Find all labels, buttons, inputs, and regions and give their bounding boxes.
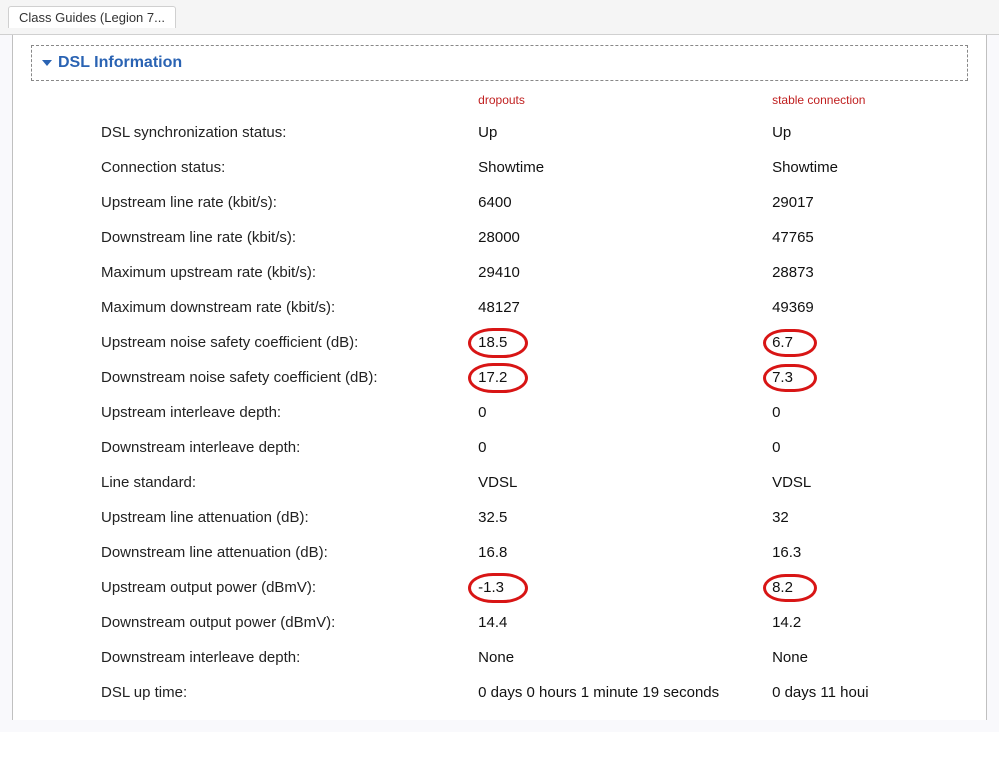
stat-value-dropouts: 17.2 [478,369,772,386]
stat-value-dropouts: 0 [478,404,772,421]
stat-value-stable: 8.2 [772,579,968,596]
stat-value-dropouts: 0 days 0 hours 1 minute 19 seconds [478,684,772,701]
stat-label: DSL up time: [101,684,478,701]
stat-row: DSL up time:0 days 0 hours 1 minute 19 s… [31,675,968,710]
stat-value-dropouts: 0 [478,439,772,456]
stat-value-stable: 29017 [772,194,968,211]
stat-row: Upstream noise safety coefficient (dB):1… [31,325,968,360]
stat-row: Line standard:VDSLVDSL [31,465,968,500]
section-header[interactable]: DSL Information [31,45,968,81]
stat-label: Downstream line attenuation (dB): [101,544,478,561]
stat-row: Downstream line attenuation (dB):16.816.… [31,535,968,570]
stat-value-dropouts: 18.5 [478,334,772,351]
stat-value-dropouts: VDSL [478,474,772,491]
stat-value-stable: 6.7 [772,334,968,351]
stat-row: DSL synchronization status:UpUp [31,115,968,150]
stat-value-dropouts: -1.3 [478,579,772,596]
stat-label: Upstream line rate (kbit/s): [101,194,478,211]
dsl-panel: DSL Information dropouts stable connecti… [12,35,987,720]
stat-value-stable: 14.2 [772,614,968,631]
stat-row: Upstream line rate (kbit/s):640029017 [31,185,968,220]
stat-row: Upstream output power (dBmV):-1.38.2 [31,570,968,605]
stat-row: Downstream noise safety coefficient (dB)… [31,360,968,395]
stat-label: Upstream interleave depth: [101,404,478,421]
collapse-icon [42,60,52,66]
stat-label: Line standard: [101,474,478,491]
stat-value-dropouts: 14.4 [478,614,772,631]
stat-value-stable: 16.3 [772,544,968,561]
stat-label: Upstream line attenuation (dB): [101,509,478,526]
stat-label: Upstream output power (dBmV): [101,579,478,596]
stat-label: Maximum upstream rate (kbit/s): [101,264,478,281]
stat-value-stable: 7.3 [772,369,968,386]
stat-value-dropouts: 28000 [478,229,772,246]
stat-value-stable: 32 [772,509,968,526]
stat-row: Downstream output power (dBmV):14.414.2 [31,605,968,640]
tab-title: Class Guides (Legion 7... [19,10,165,25]
dsl-stats-table: DSL synchronization status:UpUpConnectio… [31,115,968,710]
stat-value-stable: Up [772,124,968,141]
stat-label: Downstream noise safety coefficient (dB)… [101,369,478,386]
stat-value-dropouts: 6400 [478,194,772,211]
stat-value-dropouts: 32.5 [478,509,772,526]
stat-value-dropouts: 29410 [478,264,772,281]
stat-row: Connection status:ShowtimeShowtime [31,150,968,185]
stat-row: Maximum upstream rate (kbit/s):294102887… [31,255,968,290]
col-header-dropouts: dropouts [478,93,772,107]
stat-value-stable: 0 [772,439,968,456]
stat-row: Downstream interleave depth:NoneNone [31,640,968,675]
stat-value-dropouts: Up [478,124,772,141]
stat-row: Downstream line rate (kbit/s):2800047765 [31,220,968,255]
column-headers: dropouts stable connection [31,93,968,107]
stat-value-dropouts: 48127 [478,299,772,316]
stat-row: Upstream line attenuation (dB):32.532 [31,500,968,535]
stat-label: Upstream noise safety coefficient (dB): [101,334,478,351]
stat-label: Maximum downstream rate (kbit/s): [101,299,478,316]
stat-label: Downstream output power (dBmV): [101,614,478,631]
browser-tab-bar: Class Guides (Legion 7... [0,0,999,35]
stat-label: Connection status: [101,159,478,176]
stat-value-stable: 47765 [772,229,968,246]
stat-label: DSL synchronization status: [101,124,478,141]
stat-label: Downstream interleave depth: [101,439,478,456]
stat-row: Upstream interleave depth:00 [31,395,968,430]
stat-value-stable: 0 days 11 houi [772,684,968,701]
stat-value-stable: 0 [772,404,968,421]
stat-value-dropouts: None [478,649,772,666]
stat-value-dropouts: Showtime [478,159,772,176]
section-title: DSL Information [58,54,182,72]
stat-value-stable: 49369 [772,299,968,316]
content-area: DSL Information dropouts stable connecti… [0,35,999,732]
stat-row: Maximum downstream rate (kbit/s):4812749… [31,290,968,325]
stat-value-stable: 28873 [772,264,968,281]
col-header-stable: stable connection [772,93,968,107]
stat-row: Downstream interleave depth:00 [31,430,968,465]
stat-value-stable: None [772,649,968,666]
browser-tab[interactable]: Class Guides (Legion 7... [8,6,176,28]
stat-value-stable: VDSL [772,474,968,491]
stat-label: Downstream interleave depth: [101,649,478,666]
stat-value-stable: Showtime [772,159,968,176]
stat-label: Downstream line rate (kbit/s): [101,229,478,246]
stat-value-dropouts: 16.8 [478,544,772,561]
